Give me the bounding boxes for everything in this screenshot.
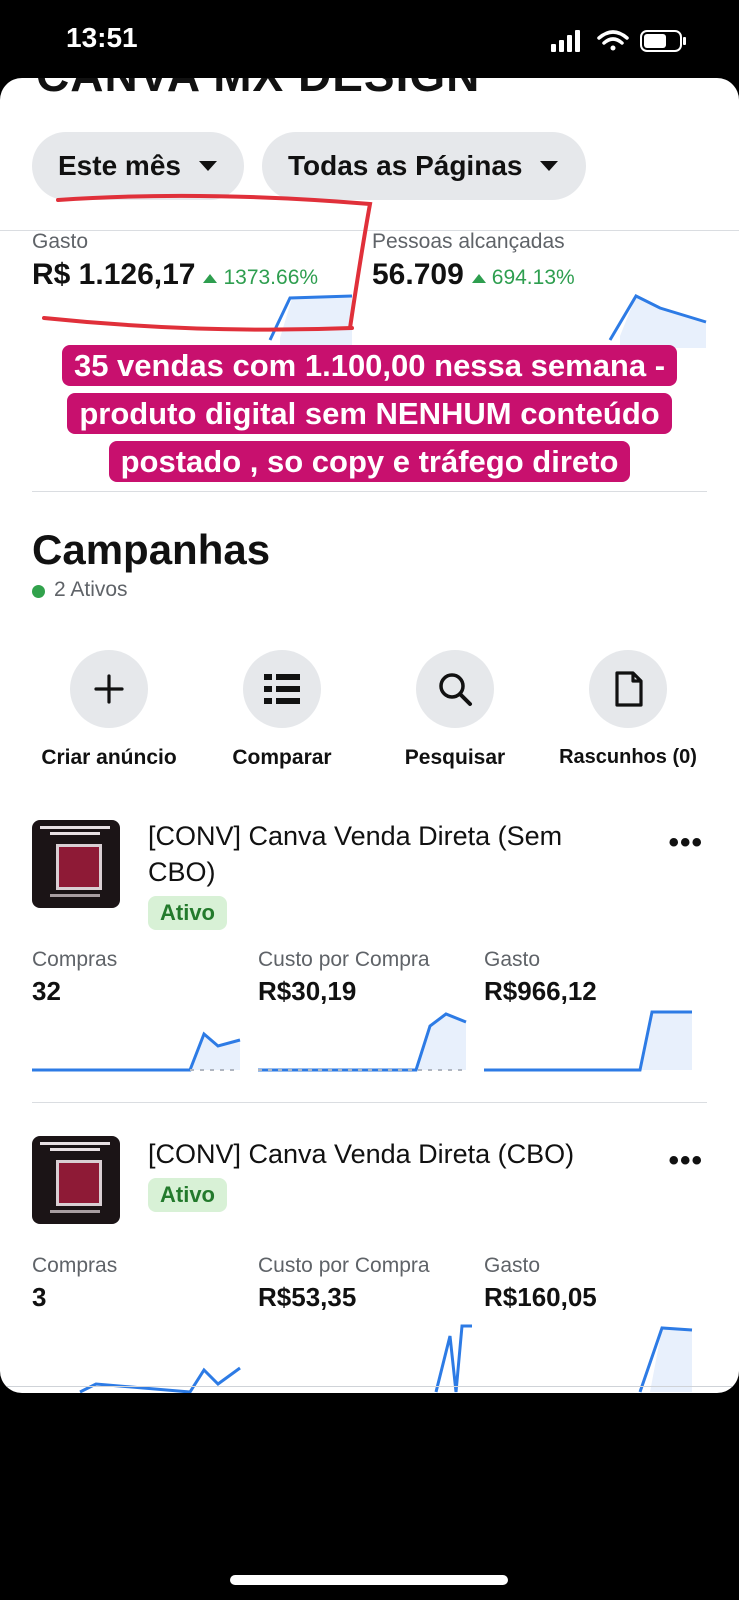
spend-sparkline (638, 1326, 693, 1393)
search-label[interactable]: Pesquisar (365, 746, 545, 770)
compare-label[interactable]: Comparar (192, 746, 372, 770)
tab-bar-edge (0, 1386, 739, 1387)
cpp-label: Custo por Compra (258, 948, 430, 971)
cpp-sparkline (434, 1324, 472, 1393)
pages-filter-label: Todas as Páginas (288, 150, 523, 181)
status-icons (551, 26, 691, 61)
compare-button[interactable] (243, 650, 321, 728)
status-time: 13:51 (66, 22, 138, 53)
spend-label: Gasto (484, 948, 541, 971)
annotation-scribble (42, 193, 373, 332)
create-ad-button[interactable] (70, 650, 148, 728)
compare-list-icon (264, 674, 300, 704)
battery-icon (640, 30, 686, 52)
overlay-caption-line-2: produto digital sem NENHUM conteúdo (0, 390, 739, 438)
divider (32, 1102, 707, 1103)
purchases-sparkline (79, 1366, 241, 1393)
search-icon (439, 673, 472, 706)
overlay-caption-line-3: postado , so copy e tráfego direto (0, 438, 739, 486)
signal-icon (551, 30, 580, 52)
campaign-title-cont[interactable]: CBO) (148, 854, 216, 890)
reach-delta: 694.13% (491, 266, 575, 289)
app-screen: CANVA MX DESIGN Este mês Todas as Página… (0, 78, 739, 1393)
active-count: 2 Ativos (54, 578, 128, 601)
spend-label: Gasto (484, 1254, 541, 1277)
drafts-label[interactable]: Rascunhos (0) (538, 746, 718, 769)
drafts-button[interactable] (589, 650, 667, 728)
wifi-icon (597, 30, 629, 51)
more-options-icon[interactable]: ••• (668, 1144, 703, 1178)
status-badge: Ativo (148, 1178, 227, 1212)
cpp-label: Custo por Compra (258, 1254, 430, 1277)
active-status-dot (32, 585, 45, 598)
overlay-caption-line-1: 35 vendas com 1.100,00 nessa semana - (0, 342, 739, 390)
campaign-title[interactable]: [CONV] Canva Venda Direta (CBO) (148, 1136, 574, 1172)
section-title: Campanhas (32, 526, 271, 573)
create-ad-label[interactable]: Criar anúncio (14, 746, 204, 770)
status-badge: Ativo (148, 896, 227, 930)
cpp-sparkline (258, 1012, 467, 1072)
plus-icon (94, 674, 124, 704)
campaign-thumbnail (32, 1136, 120, 1224)
chevron-down-icon (198, 161, 217, 171)
campaign-sparklines (32, 1010, 692, 1072)
purchases-label: Compras (32, 1254, 118, 1277)
purchases-sparkline (32, 1031, 241, 1072)
campaign-thumbnail (32, 820, 120, 908)
period-filter-label: Este mês (58, 150, 181, 181)
more-options-icon[interactable]: ••• (668, 826, 703, 860)
divider (32, 491, 707, 492)
search-button[interactable] (416, 650, 494, 728)
spend-sparkline (484, 1010, 692, 1072)
draft-document-icon (615, 671, 643, 707)
home-indicator[interactable] (230, 1575, 508, 1585)
account-title: CANVA MX DESIGN (36, 78, 480, 102)
trend-up-icon (471, 274, 486, 284)
campaign-title[interactable]: [CONV] Canva Venda Direta (Sem (148, 818, 562, 854)
chevron-down-icon (540, 161, 559, 171)
purchases-label: Compras (32, 948, 118, 971)
campaign-sparklines (79, 1324, 693, 1393)
